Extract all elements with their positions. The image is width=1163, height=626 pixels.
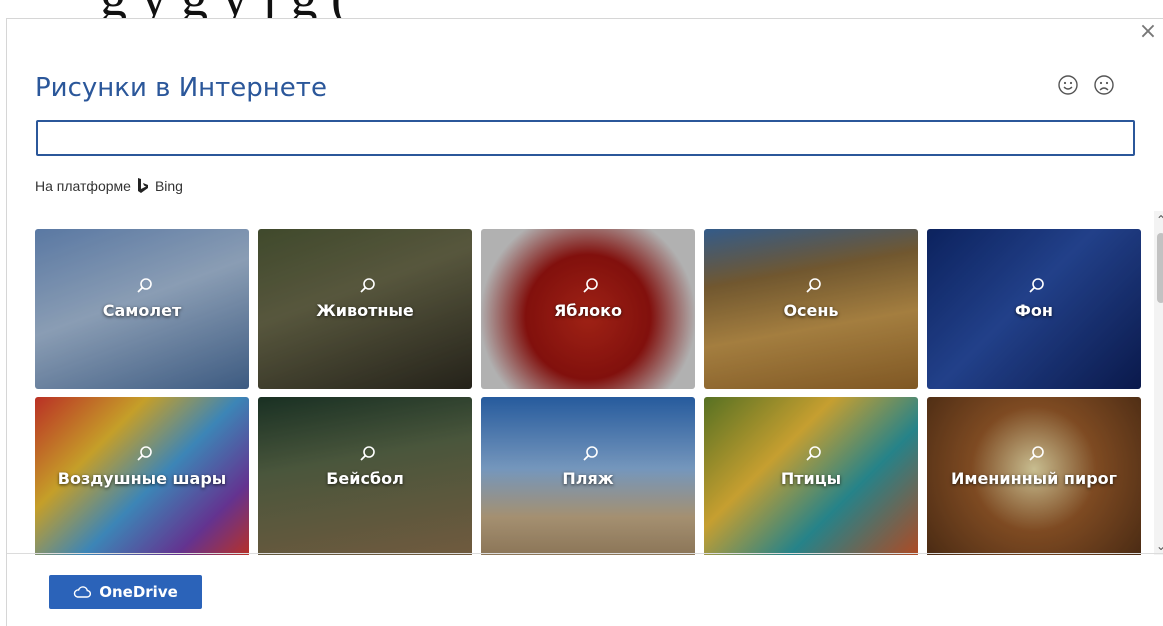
footer-divider (7, 553, 1163, 554)
powered-by-label: На платформе (35, 178, 131, 194)
search-icon (1029, 446, 1044, 461)
search-icon (137, 446, 152, 461)
powered-by: На платформе Bing (35, 178, 183, 194)
onedrive-label: OneDrive (99, 583, 178, 601)
powered-by-provider: Bing (154, 178, 183, 194)
search-icon (360, 446, 375, 461)
category-tile[interactable]: Птицы (704, 397, 918, 555)
scroll-up-icon[interactable]: ⌃ (1154, 213, 1163, 227)
bing-logo-icon (137, 178, 148, 193)
search-icon (1029, 278, 1044, 293)
category-tile[interactable]: Яблоко (481, 229, 695, 389)
tile-label: Осень (783, 301, 839, 320)
search-icon (583, 446, 598, 461)
tile-label: Бейсбол (326, 469, 404, 488)
search-icon (806, 446, 821, 461)
search-icon (806, 278, 821, 293)
dialog-title: Рисунки в Интернете (35, 73, 327, 103)
frown-face-icon[interactable] (1093, 74, 1115, 96)
category-tile[interactable]: Животные (258, 229, 472, 389)
search-icon (137, 278, 152, 293)
close-icon[interactable]: × (1137, 21, 1159, 43)
scroll-thumb[interactable] (1157, 233, 1163, 303)
tile-label: Именинный пирог (950, 469, 1117, 488)
search-input[interactable] (36, 120, 1135, 156)
category-tile[interactable]: Именинный пирог (927, 397, 1141, 555)
tile-label: Яблоко (553, 301, 623, 320)
tile-label: Фон (1015, 301, 1053, 320)
cloud-icon (74, 586, 92, 598)
category-tile[interactable]: Самолет (35, 229, 249, 389)
scroll-down-icon[interactable]: ⌄ (1154, 539, 1163, 553)
tile-label: Воздушные шары (57, 469, 227, 488)
category-tile[interactable]: Воздушные шары (35, 397, 249, 555)
category-tile[interactable]: Фон (927, 229, 1141, 389)
scrollbar[interactable]: ⌃ ⌄ (1154, 211, 1163, 555)
category-tile[interactable]: Пляж (481, 397, 695, 555)
onedrive-button[interactable]: OneDrive (49, 575, 202, 609)
tile-label: Птицы (780, 469, 842, 488)
category-tile[interactable]: Бейсбол (258, 397, 472, 555)
category-grid: Самолет Животные Яблоко Осень Фон Воздушные ш… (7, 211, 1151, 555)
smile-face-icon[interactable] (1057, 74, 1079, 96)
online-pictures-dialog: × Рисунки в Интернете На платформе Bing … (6, 18, 1163, 626)
tile-label: Самолет (102, 301, 182, 320)
feedback-group (1057, 74, 1115, 96)
category-tile[interactable]: Осень (704, 229, 918, 389)
search-icon (360, 278, 375, 293)
tile-label: Пляж (562, 469, 614, 488)
search-icon (583, 278, 598, 293)
tile-label: Животные (316, 301, 414, 320)
